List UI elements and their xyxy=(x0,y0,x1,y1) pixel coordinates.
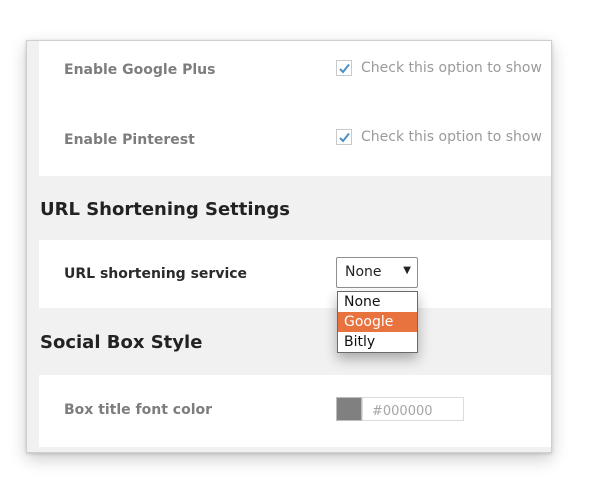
url-shortening-service-label: URL shortening service xyxy=(64,266,248,282)
pinterest-checkbox[interactable] xyxy=(336,129,352,145)
checkmark-icon xyxy=(339,132,350,143)
google-plus-option[interactable]: Check this option to show xyxy=(336,60,542,76)
dropdown-arrow-icon: ▼ xyxy=(403,265,411,276)
box-title-font-color-label: Box title font color xyxy=(64,402,213,418)
url-shortening-options: None Google Bitly xyxy=(337,291,418,353)
url-shortening-selected-value: None xyxy=(345,264,382,280)
url-shortening-card: URL shortening service None ▼ xyxy=(39,240,551,308)
pinterest-option[interactable]: Check this option to show xyxy=(336,129,542,145)
enable-google-plus-label: Enable Google Plus xyxy=(64,62,216,78)
social-box-style-card: Box title font color xyxy=(39,375,551,447)
url-shortening-select[interactable]: None ▼ xyxy=(336,257,418,288)
option-none[interactable]: None xyxy=(338,292,417,312)
social-networks-card: Enable Google Plus Check this option to … xyxy=(39,41,551,176)
google-plus-description: Check this option to show xyxy=(361,60,542,76)
color-swatch[interactable] xyxy=(336,397,362,421)
option-bitly[interactable]: Bitly xyxy=(338,332,417,352)
checkmark-icon xyxy=(339,63,350,74)
url-shortening-section-title: URL Shortening Settings xyxy=(40,199,290,220)
social-box-style-section-title: Social Box Style xyxy=(40,332,203,353)
google-plus-checkbox[interactable] xyxy=(336,60,352,76)
option-google[interactable]: Google xyxy=(338,312,417,332)
enable-pinterest-label: Enable Pinterest xyxy=(64,132,195,148)
settings-panel: Enable Google Plus Check this option to … xyxy=(26,40,552,453)
pinterest-description: Check this option to show xyxy=(361,129,542,145)
box-title-color-input[interactable] xyxy=(362,397,464,421)
